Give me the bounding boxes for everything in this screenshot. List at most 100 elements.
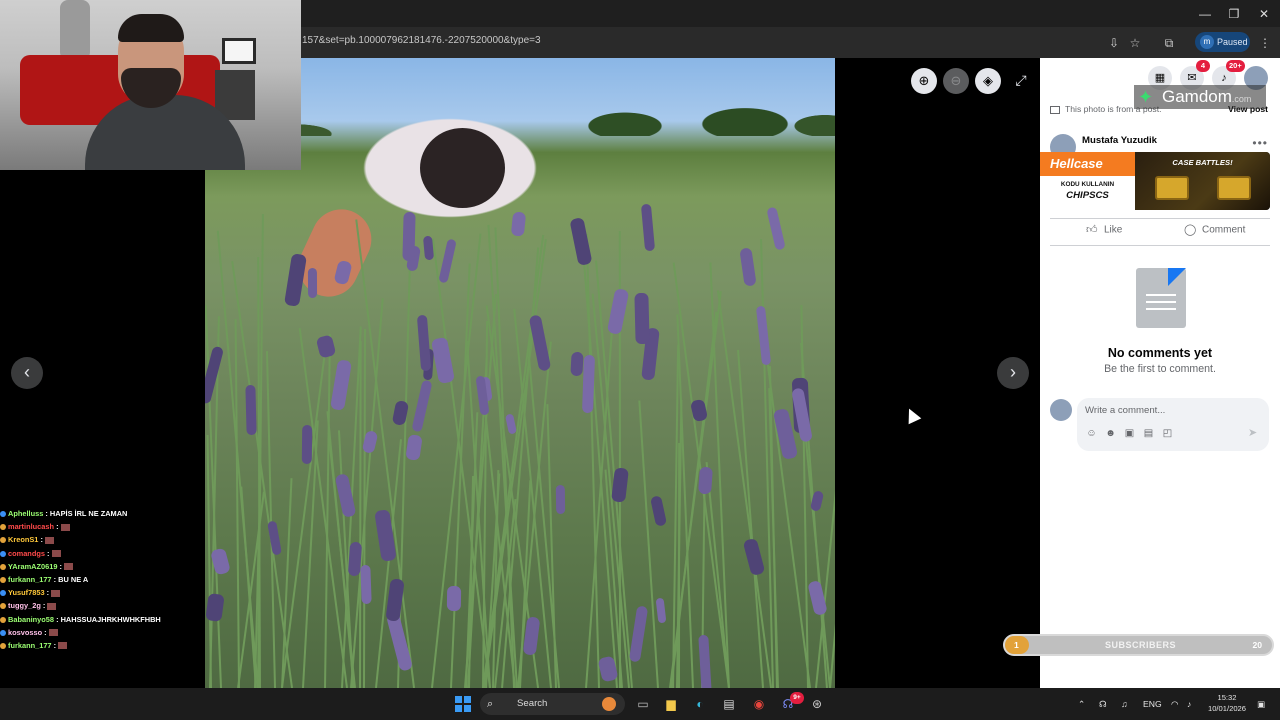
zoom-in-icon[interactable]: ⊕ <box>911 68 937 94</box>
language-indicator[interactable]: ENG <box>1143 695 1162 713</box>
chat-badge-icon <box>0 603 6 610</box>
lavender-bud <box>245 384 258 436</box>
comment-input[interactable] <box>1077 398 1269 422</box>
chat-message: Aphelluss : HAPİS İRL NE ZAMAN <box>0 507 210 520</box>
chat-text: : <box>44 627 47 637</box>
treasure-chest-icon <box>1217 176 1251 200</box>
profile-paused-button[interactable]: m Paused <box>1195 32 1250 52</box>
lavender-bud <box>755 305 772 365</box>
tray-discord-icon[interactable]: ☊ <box>1099 695 1107 713</box>
chat-badge-icon <box>0 642 6 649</box>
lavender-bud <box>697 466 713 495</box>
chat-username[interactable]: Yusuf7853 <box>8 588 45 597</box>
microphone-icon[interactable]: ♫ <box>1121 695 1127 713</box>
profile-status: Paused <box>1217 37 1248 47</box>
chat-message: Yusuf7853 : <box>0 586 210 599</box>
chat-username[interactable]: kosvosso <box>8 628 42 637</box>
chat-text: : <box>56 522 59 532</box>
chat-badge-icon <box>0 576 6 583</box>
chat-message: martinlucash : <box>0 520 210 533</box>
tray-chevron-icon[interactable]: ⌃ <box>1078 695 1085 713</box>
zoom-out-icon[interactable]: ⊖ <box>943 68 969 94</box>
url-text[interactable]: 157&set=pb.100007962181476.-2207520000&t… <box>302 35 541 46</box>
photo-icon <box>1050 105 1060 114</box>
fullscreen-icon[interactable]: ⤢ <box>1011 70 1031 90</box>
minimize-button[interactable]: — <box>1190 4 1220 24</box>
chat-message: furkann_177 : BU NE A <box>0 573 210 586</box>
chat-emote-icon <box>58 642 68 650</box>
lavender-bud <box>505 412 518 435</box>
windows-start-icon[interactable] <box>455 696 471 712</box>
chat-username[interactable]: furkann_177 <box>8 641 52 650</box>
close-window-button[interactable]: ✕ <box>1249 4 1279 24</box>
wifi-icon[interactable]: ◠ <box>1171 695 1179 713</box>
tag-icon[interactable]: ◈ <box>975 68 1001 94</box>
next-photo-button[interactable]: › <box>997 357 1029 389</box>
task-view-icon[interactable]: ▭ <box>633 694 653 714</box>
profile-avatar: m <box>1200 35 1214 49</box>
chat-emote-icon <box>60 523 70 531</box>
chat-badge-icon <box>0 616 6 623</box>
chat-username[interactable]: comandgs <box>8 549 45 558</box>
hellcase-ad-right: CASE BATTLES! <box>1135 152 1270 210</box>
chat-username[interactable]: YAramAZ0619 <box>8 562 57 571</box>
gif-icon[interactable]: ▤ <box>1142 427 1155 440</box>
lavender-stem <box>324 333 332 688</box>
search-icon: ⌕ <box>487 698 494 710</box>
lavender-stem <box>519 480 532 688</box>
clock-time: 15:32 <box>1217 693 1237 702</box>
lavender-bud <box>581 354 595 414</box>
comment-button[interactable]: ◯ Comment <box>1184 224 1245 236</box>
store-icon[interactable]: ▤ <box>719 694 739 714</box>
author-name[interactable]: Mustafa Yuzudik <box>1082 135 1157 146</box>
more-options-icon[interactable]: ••• <box>1252 136 1268 150</box>
chat-text: : <box>47 548 50 558</box>
sticker-icon[interactable]: ◰ <box>1161 427 1174 440</box>
lavender-bud <box>569 351 584 377</box>
avatar-sticker-icon[interactable]: ☺ <box>1085 427 1098 440</box>
chat-message: kosvosso : <box>0 626 210 639</box>
chat-username[interactable]: furkann_177 <box>8 575 52 584</box>
chat-username[interactable]: tuggy_2g <box>8 601 41 610</box>
camera-icon[interactable]: ▣ <box>1123 427 1136 440</box>
emoji-icon[interactable]: ☻ <box>1104 427 1117 440</box>
edge-icon[interactable]: ◐ <box>690 694 710 714</box>
bookmark-star-icon[interactable]: ☆ <box>1126 34 1144 52</box>
chat-username[interactable]: KreonS1 <box>8 535 38 544</box>
gamdom-brand: Gamdom <box>1162 87 1232 106</box>
install-app-icon[interactable]: ⇩ <box>1105 34 1123 52</box>
taskbar-search[interactable]: ⌕ Search <box>480 693 625 715</box>
lavender-bud <box>446 586 462 612</box>
send-icon[interactable]: ➤ <box>1248 427 1261 440</box>
volume-icon[interactable]: ♪ <box>1187 695 1191 713</box>
chrome-icon[interactable]: ◉ <box>749 694 769 714</box>
document-line <box>1146 308 1176 310</box>
webcam-overlay <box>0 0 301 170</box>
document-fold <box>1168 268 1186 286</box>
no-comments-subtitle: Be the first to comment. <box>1104 363 1216 375</box>
taskbar-clock[interactable]: 15:32 10/01/2026 <box>1202 692 1252 714</box>
previous-photo-button[interactable]: ‹ <box>11 357 43 389</box>
restore-button[interactable]: ❐ <box>1219 4 1249 24</box>
lavender-stem <box>358 340 362 688</box>
chat-text: : <box>42 601 46 611</box>
chat-username[interactable]: Babaninyo58 <box>8 615 54 624</box>
hellcase-ad-left: Hellcase KODU KULLANIN CHIPSCS <box>1040 152 1135 210</box>
file-explorer-icon[interactable]: ▆ <box>661 694 681 714</box>
lavender-bud <box>739 247 757 288</box>
lavender-bud <box>392 400 410 426</box>
lavender-stem <box>350 298 384 688</box>
app-icon[interactable]: ⊛ <box>807 694 827 714</box>
extensions-icon[interactable]: ⧉ <box>1160 34 1178 52</box>
lavender-bud <box>430 337 455 385</box>
lavender-bud <box>330 359 353 412</box>
chat-username[interactable]: Aphelluss <box>8 509 43 518</box>
notification-center-icon[interactable]: ▣ <box>1257 695 1265 713</box>
chat-username[interactable]: martinlucash <box>8 522 54 531</box>
document-line <box>1146 294 1176 296</box>
lavender-bud <box>555 485 565 515</box>
lavender-stem <box>737 350 764 688</box>
browser-menu-icon[interactable]: ⋮ <box>1256 34 1274 52</box>
like-button[interactable]: 👍︎ Like <box>1086 224 1122 236</box>
lavender-stem <box>234 318 240 688</box>
